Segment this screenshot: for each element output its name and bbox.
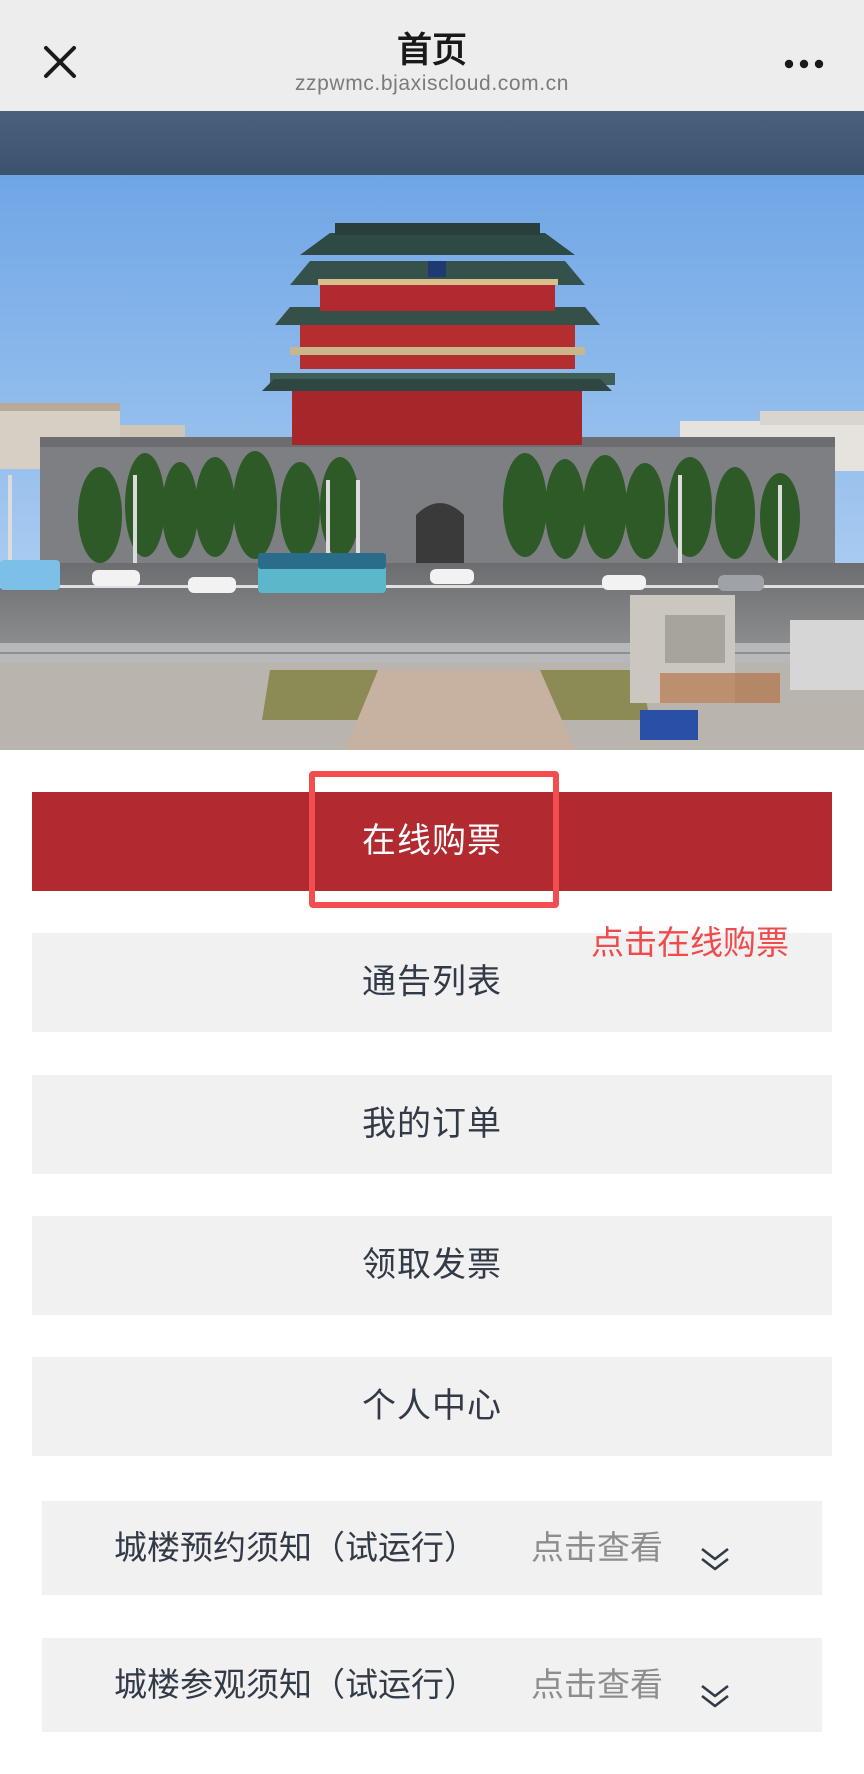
personal-center-button[interactable]: 个人中心 [32,1357,832,1456]
highlight-box [309,771,559,908]
notice-title: 城楼预约须知（试运行） [114,1528,477,1567]
hero-image [0,175,864,750]
page-title: 首页 [396,31,467,71]
page: 首页 zzpwmc.bjaxiscloud.com.cn 在线购票 通告列表 我… [0,0,864,1774]
visit-notice-row[interactable]: 城楼参观须知（试运行） 点击查看 [42,1638,822,1732]
view-link[interactable]: 点击查看 [531,1501,663,1595]
annotation-text: 点击在线购票 [591,923,789,962]
my-orders-button[interactable]: 我的订单 [32,1075,832,1174]
page-url: zzpwmc.bjaxiscloud.com.cn [294,72,570,95]
top-bar: 首页 zzpwmc.bjaxiscloud.com.cn [0,0,864,111]
more-button[interactable] [770,40,842,84]
notice-title: 城楼参观须知（试运行） [114,1665,477,1704]
get-invoice-button[interactable]: 领取发票 [32,1216,832,1315]
chevron-double-down-icon[interactable] [698,1543,732,1577]
reservation-notice-row[interactable]: 城楼预约须知（试运行） 点击查看 [42,1501,822,1595]
more-dots-icon [784,59,824,69]
chevron-double-down-icon[interactable] [698,1680,732,1714]
banner-strip [0,111,864,175]
view-link[interactable]: 点击查看 [531,1638,663,1732]
